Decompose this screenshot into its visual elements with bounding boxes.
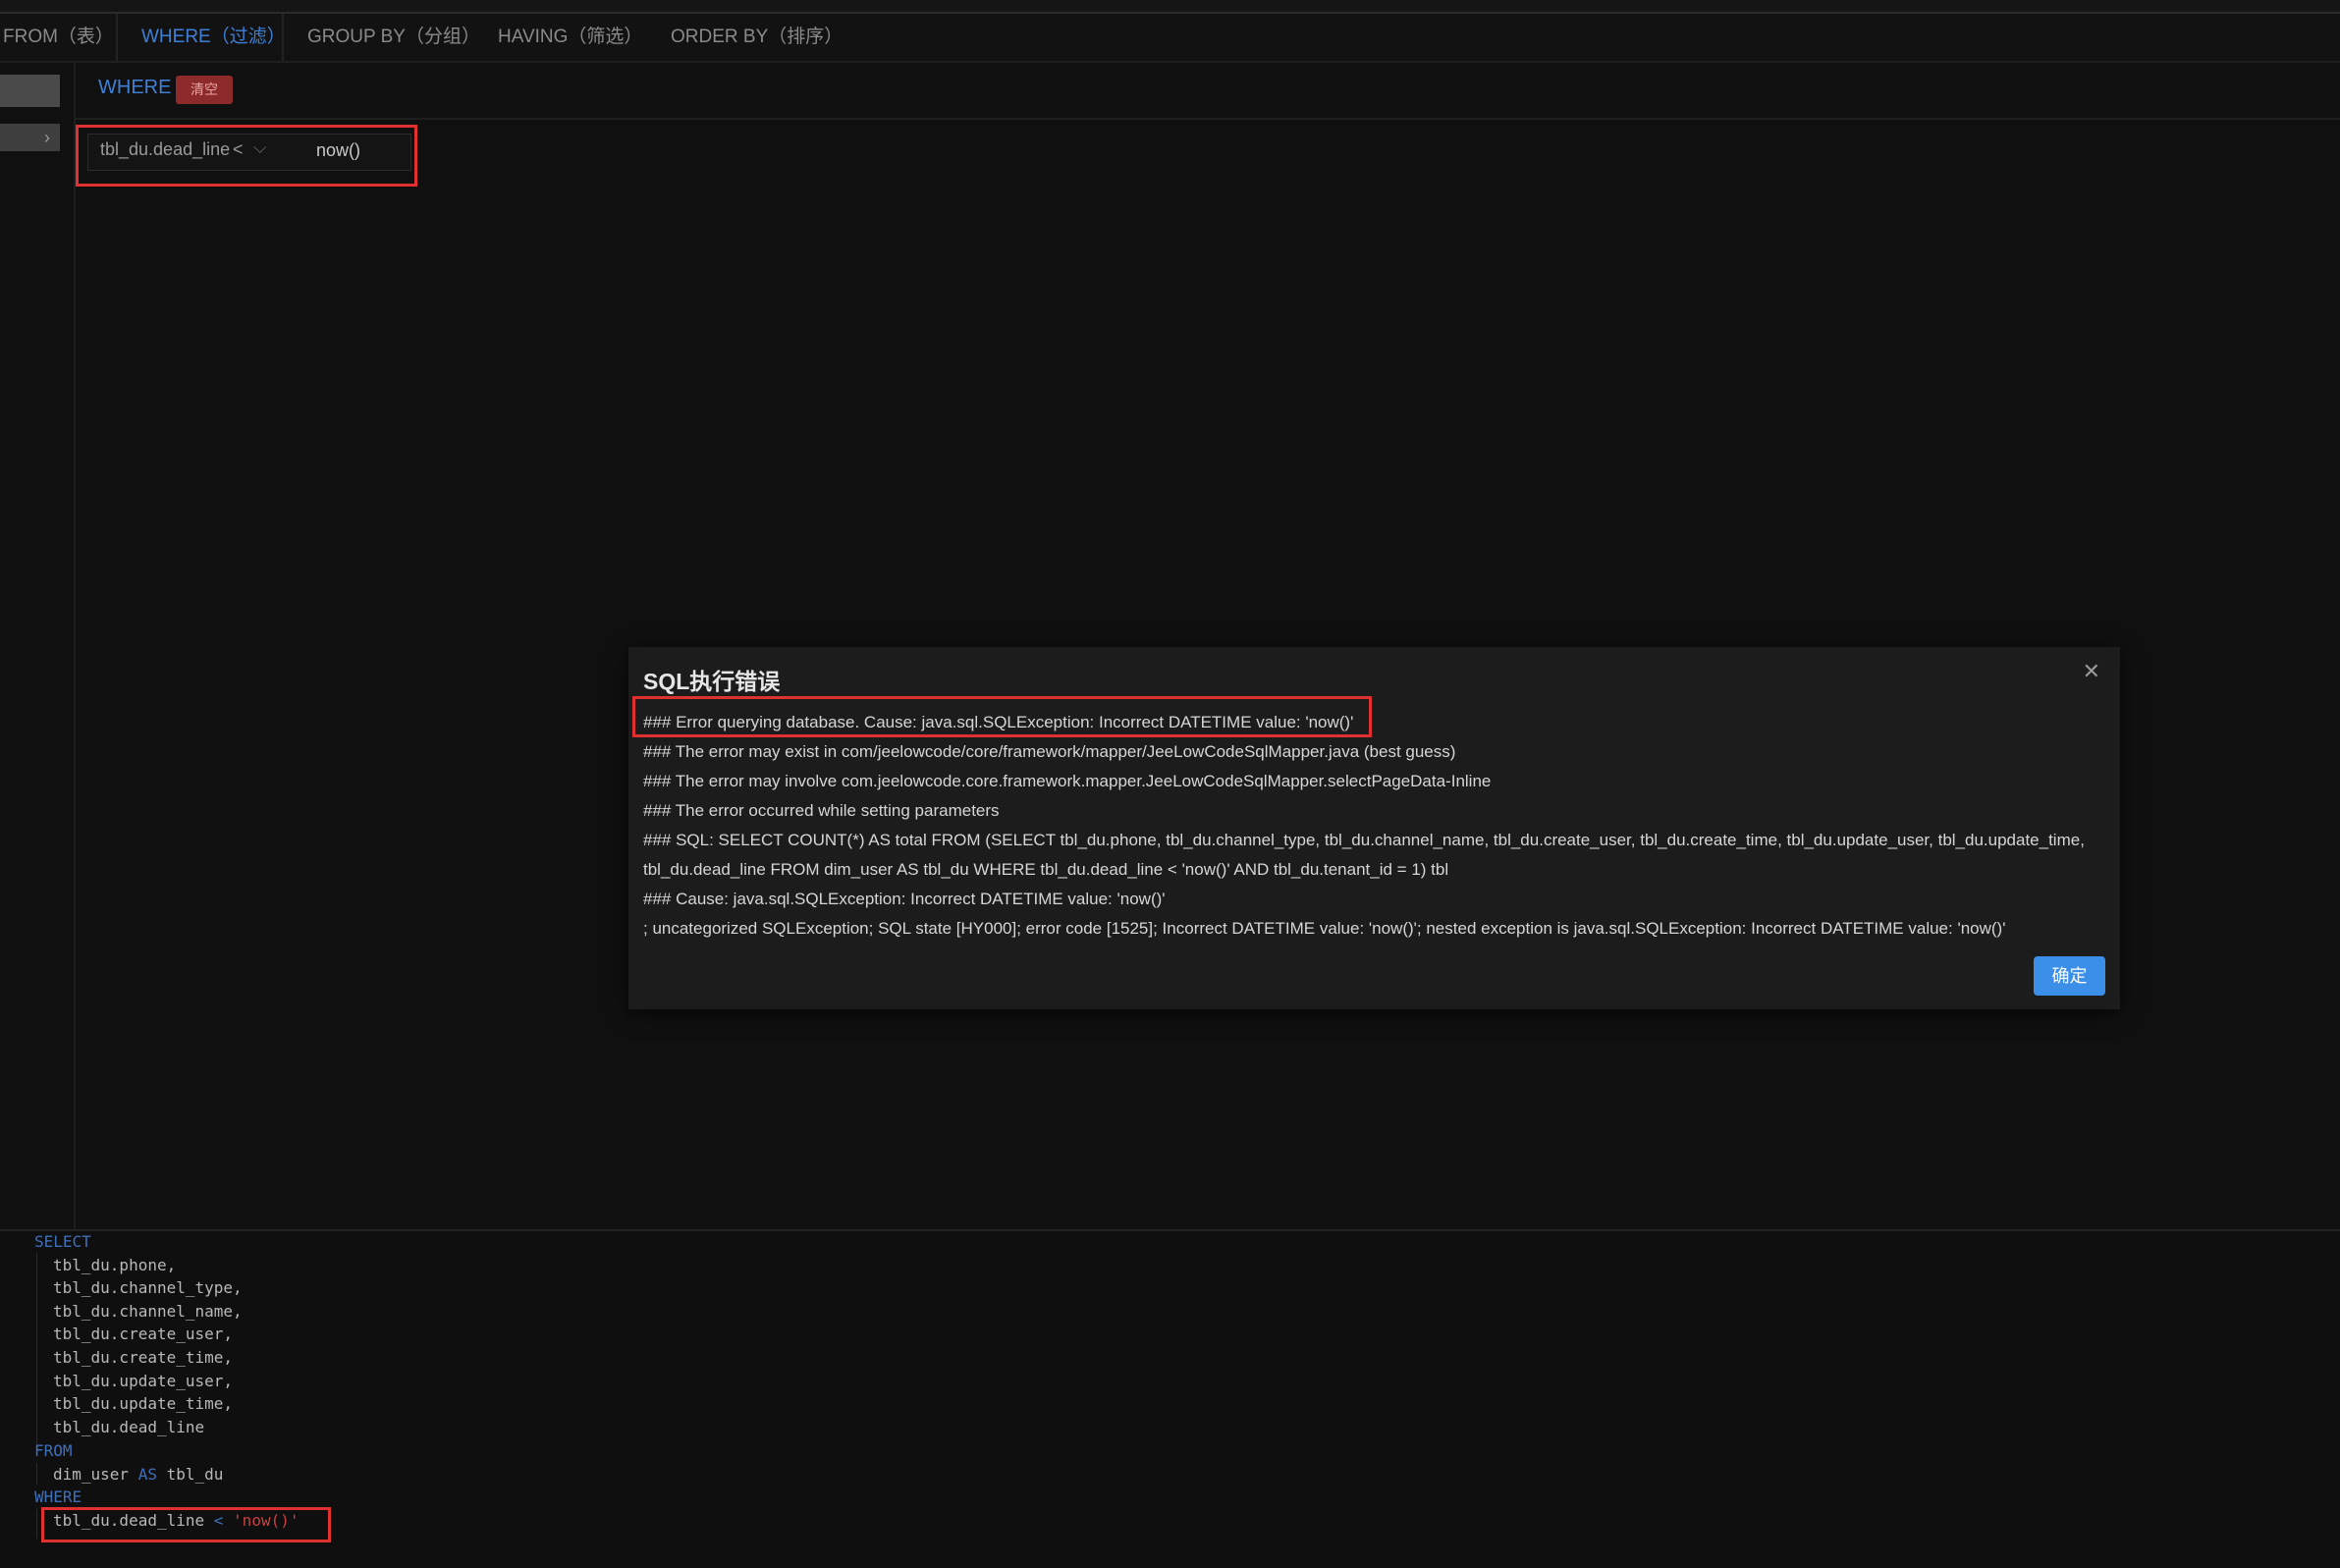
confirm-button[interactable]: 确定 [2034, 956, 2105, 996]
error-line: ; uncategorized SQLException; SQL state … [643, 919, 2006, 938]
sql-column: tbl_du.dead_line [53, 1418, 205, 1436]
tab-from[interactable]: FROM（表） [3, 14, 114, 61]
indent-guide [36, 1253, 37, 1449]
sql-column: tbl_du.create_time, [53, 1348, 234, 1367]
clear-button[interactable]: 清空 [176, 76, 233, 104]
clause-tabs: FROM（表） WHERE（过滤） GROUP BY（分组） HAVING（筛选… [0, 14, 2340, 63]
sql-error-dialog: SQL执行错误 ✕ ### Error querying database. C… [628, 647, 2120, 1009]
error-line: ### The error may exist in com/jeelowcod… [643, 742, 1456, 761]
condition-operator[interactable]: < [233, 139, 244, 160]
sql-where-keyword: WHERE [34, 1487, 82, 1506]
error-line: ### SQL: SELECT COUNT(*) AS total FROM (… [643, 831, 2085, 849]
sql-column: tbl_du.update_time, [53, 1394, 234, 1413]
sql-from-clause: dim_user AS tbl_du [53, 1465, 223, 1485]
indent-guide [36, 1463, 37, 1485]
tab-order-by[interactable]: ORDER BY（排序） [671, 14, 843, 61]
panel-divider [74, 61, 76, 1229]
sql-column: tbl_du.phone, [53, 1256, 177, 1274]
condition-value[interactable]: now() [316, 140, 360, 161]
sql-as-keyword: AS [137, 1465, 157, 1484]
where-header [76, 61, 2340, 120]
chevron-down-icon[interactable]: ⌵ [253, 137, 267, 158]
sql-column: tbl_du.channel_type, [53, 1278, 243, 1297]
sql-column: tbl_du.channel_name, [53, 1302, 243, 1321]
where-title: WHERE [98, 77, 172, 98]
sql-alias: tbl_du [166, 1465, 224, 1484]
tab-group-by[interactable]: GROUP BY（分组） [307, 14, 480, 61]
error-line: tbl_du.dead_line FROM dim_user AS tbl_du… [643, 860, 1449, 879]
sql-select-keyword: SELECT [34, 1232, 91, 1251]
tab-divider [282, 14, 284, 61]
dialog-title: SQL执行错误 [643, 669, 781, 694]
sql-where-highlight-box [41, 1507, 331, 1542]
error-line: ### The error may involve com.jeelowcode… [643, 772, 1492, 790]
error-line: ### Cause: java.sql.SQLException: Incorr… [643, 890, 1166, 908]
tab-having[interactable]: HAVING（筛选） [498, 14, 642, 61]
sql-table: dim_user [53, 1465, 130, 1484]
top-strip [0, 0, 2340, 14]
close-icon[interactable]: ✕ [2083, 659, 2100, 684]
sql-column: tbl_du.update_user, [53, 1372, 234, 1390]
indent-guide [36, 1509, 37, 1539]
sql-preview [0, 1229, 2340, 1568]
tab-divider [116, 14, 118, 61]
error-message: ### Error querying database. Cause: java… [643, 708, 2111, 944]
sidebar-item[interactable] [0, 75, 60, 107]
sql-from-keyword: FROM [34, 1441, 73, 1460]
error-line: ### Error querying database. Cause: java… [643, 713, 1354, 731]
error-line: ### The error occurred while setting par… [643, 801, 1000, 820]
tab-where[interactable]: WHERE（过滤） [141, 14, 286, 61]
chevron-right-icon[interactable]: › [39, 124, 55, 151]
sql-column: tbl_du.create_user, [53, 1325, 234, 1343]
condition-field[interactable]: tbl_du.dead_line [100, 139, 230, 160]
